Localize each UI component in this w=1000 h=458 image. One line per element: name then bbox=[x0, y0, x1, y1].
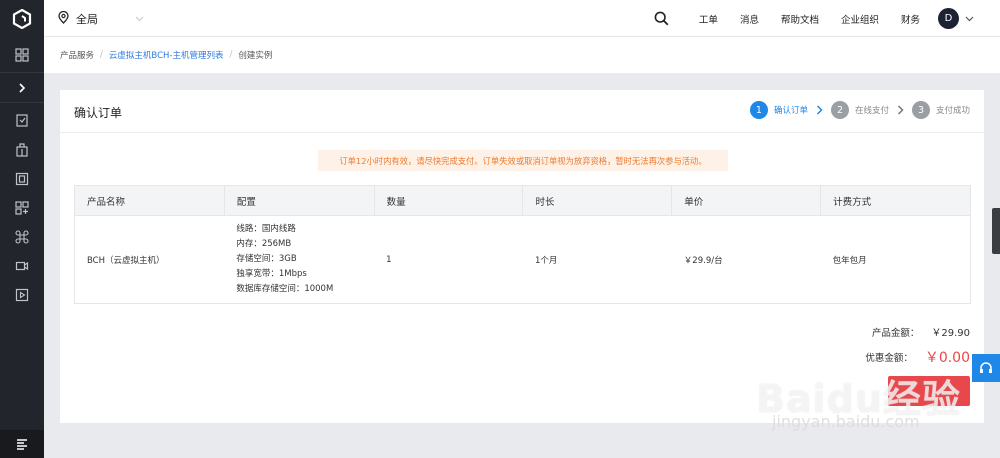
config-line: 内存：256MB bbox=[236, 239, 292, 249]
order-steps: 1 确认订单 2 在线支付 3 支付成功 bbox=[749, 101, 970, 119]
breadcrumb: 产品服务 / 云虚拟主机BCH-主机管理列表 / 创建实例 bbox=[44, 37, 1000, 73]
discount-value: ￥0.00 bbox=[924, 350, 970, 366]
breadcrumb-item-host-list[interactable]: 云虚拟主机BCH-主机管理列表 bbox=[109, 49, 224, 61]
nav-help-docs[interactable]: 帮助文档 bbox=[781, 12, 819, 26]
column-header: 配置 bbox=[224, 185, 375, 216]
unit-price-cell: ￥29.9/台 bbox=[683, 255, 723, 266]
duration-cell: 1个月 bbox=[534, 255, 558, 266]
apps-icon[interactable] bbox=[0, 195, 44, 221]
sidebar-divider bbox=[0, 72, 44, 73]
nav-organization[interactable]: 企业组织 bbox=[841, 12, 879, 26]
side-panel-handle[interactable] bbox=[992, 208, 1000, 254]
column-header: 计费方式 bbox=[820, 185, 971, 216]
discount-label: 优惠金额： bbox=[865, 353, 913, 364]
chevron-right-icon[interactable] bbox=[0, 75, 44, 101]
step-label: 支付成功 bbox=[935, 106, 970, 116]
product-amount-label: 产品金额： bbox=[871, 327, 920, 339]
config-line: 存储空间：3GB bbox=[236, 254, 297, 264]
column-header: 单价 bbox=[671, 185, 822, 216]
breadcrumb-separator: / bbox=[100, 50, 103, 60]
step-label: 在线支付 bbox=[854, 106, 889, 116]
sidebar-divider bbox=[0, 102, 44, 103]
grid-icon[interactable] bbox=[0, 42, 44, 68]
chevron-down-icon bbox=[135, 12, 144, 25]
column-header: 数量 bbox=[374, 185, 524, 216]
film-icon[interactable] bbox=[0, 166, 44, 192]
top-nav: 工单 消息 帮助文档 企业组织 财务 D bbox=[654, 0, 974, 37]
camera-icon[interactable] bbox=[0, 253, 44, 279]
config-cell: 线路：国内线路 内存：256MB 存储空间：3GB 独享宽带：1Mbps 数据库… bbox=[224, 216, 374, 304]
chevron-down-icon[interactable] bbox=[965, 16, 974, 22]
column-header: 产品名称 bbox=[74, 185, 225, 216]
logo-icon[interactable] bbox=[0, 0, 44, 37]
headset-icon[interactable] bbox=[972, 354, 1000, 382]
table-header-row: 产品名称 配置 数量 时长 单价 计费方式 bbox=[74, 185, 971, 216]
play-icon[interactable] bbox=[0, 282, 44, 308]
order-table: 产品名称 配置 数量 时长 单价 计费方式 BCH（云虚拟主机） 线路：国内线路… bbox=[74, 185, 971, 304]
location-pin-icon bbox=[58, 10, 69, 27]
table-row: BCH（云虚拟主机） 线路：国内线路 内存：256MB 存储空间：3GB 独享宽… bbox=[75, 216, 971, 304]
top-bar: 全局 工单 消息 帮助文档 企业组织 财务 D bbox=[44, 0, 1000, 37]
config-line: 独享宽带：1Mbps bbox=[236, 269, 307, 279]
product-amount-row: 产品金额： ￥29.90 bbox=[865, 324, 970, 340]
menu-icon[interactable] bbox=[0, 430, 44, 458]
avatar[interactable]: D bbox=[938, 8, 959, 29]
breadcrumb-separator: / bbox=[229, 50, 233, 60]
quantity-cell: 1 bbox=[386, 254, 392, 265]
billing-method-cell: 包年包月 bbox=[832, 255, 867, 266]
discount-row: 优惠金额： ￥0.00 bbox=[865, 347, 970, 367]
order-summary: 产品金额： ￥29.90 优惠金额： ￥0.00 bbox=[865, 324, 970, 367]
product-name-cell: BCH（云虚拟主机） bbox=[87, 255, 165, 266]
region-label: 全局 bbox=[76, 12, 98, 26]
chevron-right-icon bbox=[816, 105, 823, 115]
config-line: 数据库存储空间：1000M bbox=[236, 284, 334, 294]
step-label: 确认订单 bbox=[773, 106, 808, 116]
nav-tickets[interactable]: 工单 bbox=[699, 12, 718, 26]
command-icon[interactable] bbox=[0, 224, 44, 250]
step-payment-success: 3 支付成功 bbox=[911, 101, 970, 119]
building-icon[interactable] bbox=[0, 137, 44, 163]
order-notice: 订单12小时内有效，请尽快完成支付。订单失效或取消订单视为放弃资格，暂时无法再次… bbox=[318, 150, 728, 171]
nav-finance[interactable]: 财务 bbox=[901, 12, 920, 26]
card-divider bbox=[60, 132, 984, 133]
step-number: 3 bbox=[911, 101, 930, 119]
step-number: 1 bbox=[749, 101, 768, 119]
region-selector[interactable]: 全局 bbox=[58, 0, 144, 37]
product-amount-value: ￥29.90 bbox=[931, 328, 970, 339]
column-header: 时长 bbox=[522, 185, 673, 216]
breadcrumb-item-create-instance: 创建实例 bbox=[238, 51, 273, 61]
step-online-payment: 2 在线支付 bbox=[830, 101, 889, 119]
page-title: 确认订单 bbox=[74, 106, 123, 120]
step-confirm-order: 1 确认订单 bbox=[749, 101, 808, 119]
baidu-watermark-url: jingyan.baidu.com bbox=[772, 412, 920, 431]
clipboard-icon[interactable] bbox=[0, 107, 44, 133]
chevron-right-icon bbox=[897, 105, 904, 115]
nav-messages[interactable]: 消息 bbox=[740, 12, 759, 26]
step-number: 2 bbox=[830, 101, 849, 119]
breadcrumb-item-product-services[interactable]: 产品服务 bbox=[60, 49, 94, 61]
left-sidebar bbox=[0, 0, 44, 458]
search-icon[interactable] bbox=[654, 11, 669, 26]
config-line: 线路：国内线路 bbox=[236, 224, 296, 234]
